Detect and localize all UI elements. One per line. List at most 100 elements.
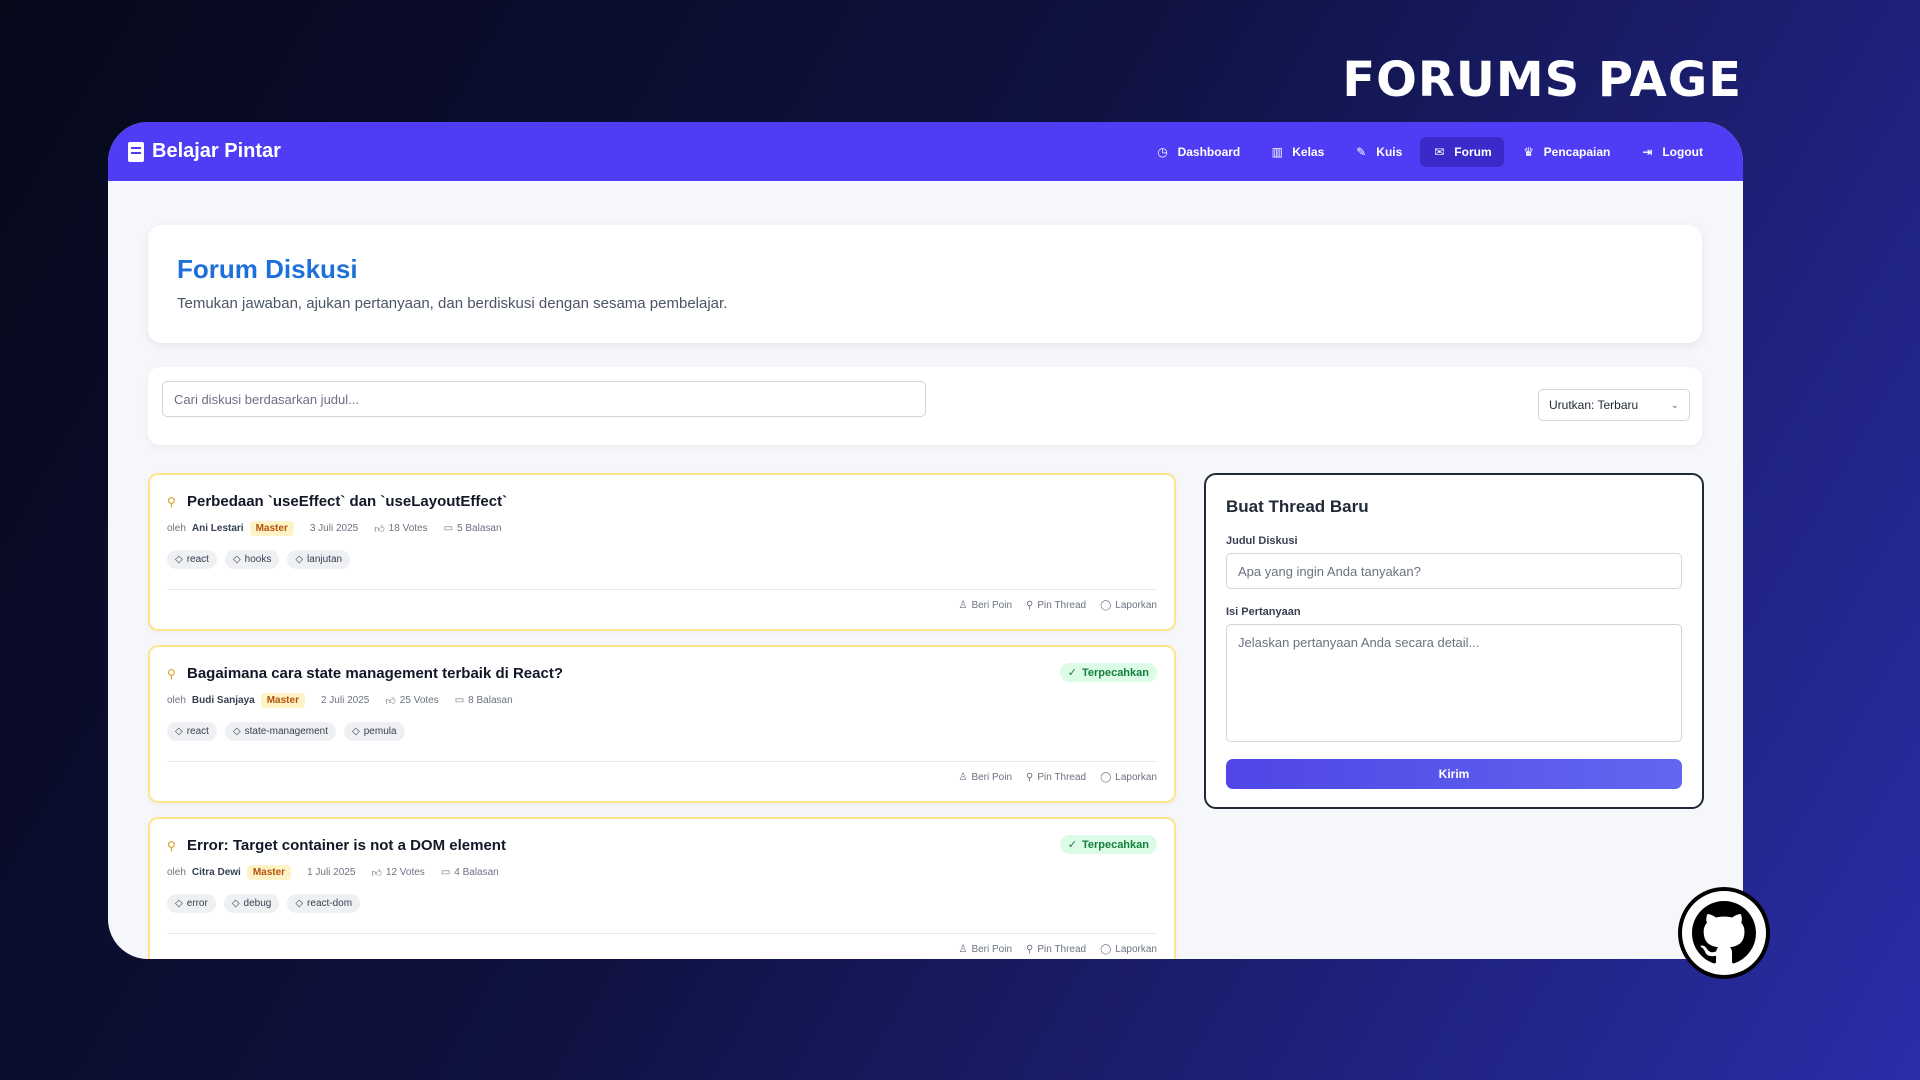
give-points-button[interactable]: ♙ Beri Poin xyxy=(958,772,1012,783)
github-icon[interactable] xyxy=(1678,887,1770,979)
tag-icon: ◇ xyxy=(175,898,183,909)
nav-item-label: Dashboard xyxy=(1177,144,1241,159)
nav-item-forum[interactable]: ✉ Forum xyxy=(1420,136,1504,167)
thread-title[interactable]: Error: Target container is not a DOM ele… xyxy=(187,837,506,854)
tag-chip[interactable]: ◇ debug xyxy=(223,894,280,913)
check-circle-icon: ✓ xyxy=(1067,839,1077,851)
nav-item-kuis[interactable]: ✎ Kuis xyxy=(1342,137,1414,167)
tag-chip[interactable]: ◇ react xyxy=(167,550,217,569)
check-circle-icon: ✓ xyxy=(1067,667,1077,679)
pin-icon: ⚲ xyxy=(167,838,176,853)
tag-chip[interactable]: ◇ lanjutan xyxy=(287,550,351,569)
tag-chip[interactable]: ◇ pemula xyxy=(344,722,405,741)
tag-list: ◇ react ◇ state-management ◇ pemula xyxy=(167,722,1157,741)
report-button[interactable]: ◯ Laporkan xyxy=(1100,600,1157,611)
thread-meta: oleh Citra Dewi Master 1 Juli 2025 👍︎ 12 … xyxy=(167,865,1157,880)
navbar: Belajar Pintar ◷ Dashboard ▥ Kelas ✎ Kuis ✉ For… xyxy=(108,122,1743,181)
thread-date: 2 Juli 2025 xyxy=(320,695,370,706)
tag-label: react xyxy=(186,726,209,737)
replies-count: 5 Balasan xyxy=(457,523,502,534)
thread-actions: ♙ Beri Poin ⚲ Pin Thread ◯ Laporkan xyxy=(167,589,1157,611)
give-points-button[interactable]: ♙ Beri Poin xyxy=(958,600,1012,611)
nav-item-pencapaian[interactable]: ♛ Pencapaian xyxy=(1510,137,1623,167)
give-points-label: Beri Poin xyxy=(971,772,1013,783)
thread-author[interactable]: Ani Lestari xyxy=(192,523,244,534)
thread-card[interactable]: ⚲ Bagaimana cara state management terbai… xyxy=(148,645,1176,803)
nav-item-label: Pencapaian xyxy=(1543,144,1611,159)
by-label: oleh xyxy=(167,867,186,878)
comment-icon: ▭ xyxy=(443,523,454,534)
new-thread-card: Buat Thread Baru Judul Diskusi Isi Perta… xyxy=(1204,473,1704,809)
pencil-icon: ✎ xyxy=(1356,144,1367,159)
tag-chip[interactable]: ◇ state-management xyxy=(224,722,337,741)
report-button[interactable]: ◯ Laporkan xyxy=(1100,944,1157,955)
give-points-button[interactable]: ♙ Beri Poin xyxy=(958,944,1012,955)
report-button[interactable]: ◯ Laporkan xyxy=(1100,772,1157,783)
nav-item-dashboard[interactable]: ◷ Dashboard xyxy=(1144,137,1253,167)
page-title: Forum Diskusi xyxy=(177,254,358,284)
tag-label: debug xyxy=(243,898,272,909)
brand[interactable]: Belajar Pintar xyxy=(128,140,281,163)
nav-item-logout[interactable]: ⇥ Logout xyxy=(1628,137,1715,167)
thread-meta: oleh Budi Sanjaya Master 2 Juli 2025 👍︎ 2… xyxy=(167,693,1157,708)
search-input[interactable] xyxy=(162,381,926,417)
pin-thread-button[interactable]: ⚲ Pin Thread xyxy=(1026,772,1086,783)
by-label: oleh xyxy=(167,695,186,706)
tag-chip[interactable]: ◇ react-dom xyxy=(287,894,361,913)
thread-title-row: ⚲ Bagaimana cara state management terbai… xyxy=(167,665,1157,682)
thread-title-row: ⚲ Error: Target container is not a DOM e… xyxy=(167,837,1157,854)
nav-item-label: Logout xyxy=(1662,144,1703,159)
thread-card[interactable]: ⚲ Error: Target container is not a DOM e… xyxy=(148,817,1176,959)
pin-thread-label: Pin Thread xyxy=(1037,944,1087,955)
header-card: Forum Diskusi Temukan jawaban, ajukan pe… xyxy=(148,225,1702,343)
tag-icon: ◇ xyxy=(352,726,360,737)
thumbs-up-icon: 👍︎ xyxy=(374,523,385,535)
pin-icon: ⚲ xyxy=(167,666,176,681)
pin-icon: ⚲ xyxy=(1026,944,1034,955)
thread-card[interactable]: ⚲ Perbedaan `useEffect` dan `useLayoutEf… xyxy=(148,473,1176,631)
by-label: oleh xyxy=(167,523,186,534)
brand-name: Belajar Pintar xyxy=(152,140,281,162)
banner-title: FORUMS PAGE xyxy=(1342,52,1742,108)
nav-item-label: Kelas xyxy=(1292,144,1325,159)
sort-label: Urutkan: Terbaru xyxy=(1549,398,1639,412)
replies-meta: ▭ 8 Balasan xyxy=(455,695,513,706)
give-points-label: Beri Poin xyxy=(971,600,1013,611)
tag-icon: ◇ xyxy=(295,554,304,565)
thread-title[interactable]: Bagaimana cara state management terbaik … xyxy=(187,665,563,682)
pin-thread-button[interactable]: ⚲ Pin Thread xyxy=(1026,600,1086,611)
votes-meta: 👍︎ 25 Votes xyxy=(385,695,438,707)
sort-select[interactable]: Urutkan: Terbaru ⌄ xyxy=(1538,389,1690,421)
page-subtitle: Temukan jawaban, ajukan pertanyaan, dan … xyxy=(177,295,728,312)
tag-chip[interactable]: ◇ hooks xyxy=(224,550,280,569)
votes-count: 18 Votes xyxy=(388,523,428,534)
trophy-icon: ♛ xyxy=(1523,144,1535,159)
give-points-label: Beri Poin xyxy=(971,944,1013,955)
thread-author[interactable]: Citra Dewi xyxy=(192,867,241,878)
tag-chip[interactable]: ◇ error xyxy=(167,894,216,913)
thumbs-up-icon: 👍︎ xyxy=(371,867,382,879)
pin-thread-button[interactable]: ⚲ Pin Thread xyxy=(1026,944,1086,955)
nav-item-kelas[interactable]: ▥ Kelas xyxy=(1258,137,1336,167)
award-icon: ♙ xyxy=(958,600,968,611)
submit-button[interactable]: Kirim xyxy=(1226,759,1682,789)
report-label: Laporkan xyxy=(1115,944,1157,955)
thread-title-input[interactable] xyxy=(1226,553,1682,589)
thread-meta: oleh Ani Lestari Master 3 Juli 2025 👍︎ 18… xyxy=(167,521,1157,536)
replies-meta: ▭ 5 Balasan xyxy=(444,523,502,534)
shield-icon: ◯ xyxy=(1100,772,1112,783)
rank-badge: Master xyxy=(260,693,305,708)
filter-card: Urutkan: Terbaru ⌄ xyxy=(148,367,1702,445)
thread-author[interactable]: Budi Sanjaya xyxy=(192,695,255,706)
votes-meta: 👍︎ 12 Votes xyxy=(371,867,424,879)
thread-title[interactable]: Perbedaan `useEffect` dan `useLayoutEffe… xyxy=(187,493,507,510)
comments-icon: ✉ xyxy=(1434,144,1445,159)
solved-badge: ✓ Terpecahkan xyxy=(1059,835,1157,854)
thread-body-textarea[interactable] xyxy=(1226,624,1682,742)
report-label: Laporkan xyxy=(1115,772,1157,783)
tag-icon: ◇ xyxy=(175,726,183,737)
pin-thread-label: Pin Thread xyxy=(1037,772,1087,783)
tag-label: pemula xyxy=(363,726,397,737)
tag-icon: ◇ xyxy=(295,898,304,909)
tag-chip[interactable]: ◇ react xyxy=(167,722,217,741)
